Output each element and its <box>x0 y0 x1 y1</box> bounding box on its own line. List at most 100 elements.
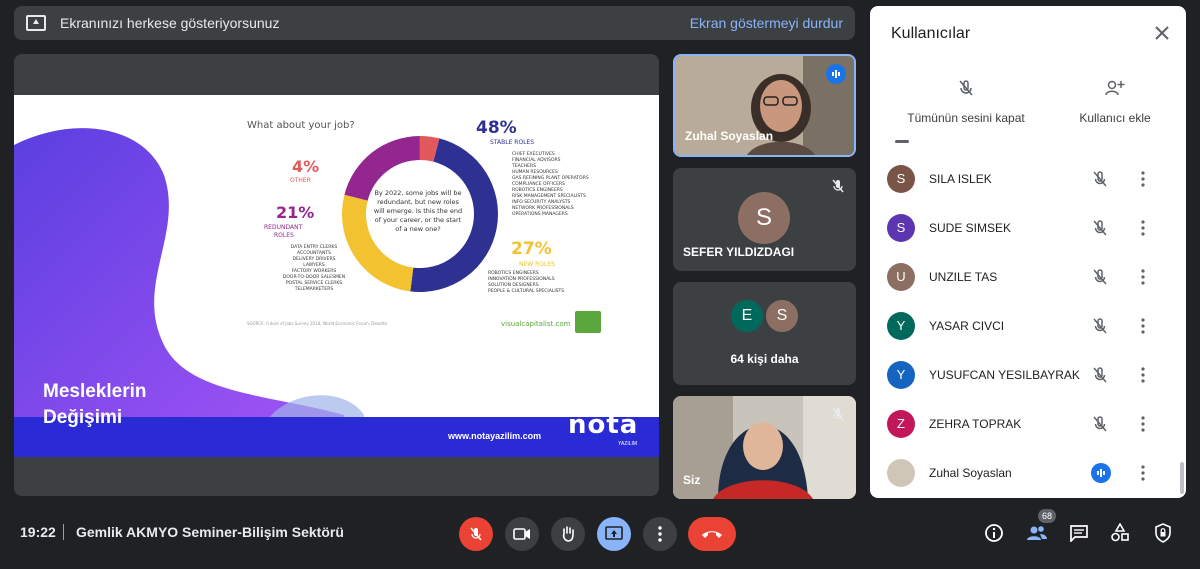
visualcapitalist-logo-icon <box>575 311 601 333</box>
nota-logo-sub: YAZILIM <box>618 441 638 447</box>
participant-count-badge: 68 <box>1038 509 1056 523</box>
camera-icon <box>513 528 530 540</box>
participant-more-icon[interactable] <box>1134 219 1152 237</box>
list-scroll-remnant <box>895 140 909 143</box>
chat-button[interactable] <box>1066 520 1092 546</box>
participant-avatar <box>887 458 915 487</box>
end-call-icon <box>702 531 722 538</box>
activities-button[interactable] <box>1107 520 1133 546</box>
more-avatar-e: E <box>729 298 765 334</box>
participant-row[interactable]: Y YUSUFCAN YESILBAYRAK <box>870 350 1180 399</box>
new-percent: 27% <box>511 239 552 259</box>
participant-avatar: Z <box>887 409 915 438</box>
host-controls-button[interactable] <box>1150 520 1176 546</box>
role-item: TELEMARKETERS <box>294 287 334 292</box>
people-button[interactable] <box>1024 520 1050 546</box>
infographic-brand: visualcapitalist.com <box>501 320 571 328</box>
stable-roles-list: CHIEF EXECUTIVES FINANCIAL ADVISORS TEACHE… <box>512 152 589 218</box>
people-panel: Kullanıcılar Tümünün sesini kapat Kullan… <box>870 6 1186 498</box>
present-icon <box>605 526 623 540</box>
participant-row[interactable]: Y YASAR CIVCI <box>870 301 1180 350</box>
raise-hand-button[interactable] <box>551 517 585 551</box>
slide-title: Mesleklerin Değişimi <box>43 379 147 431</box>
participant-name: ZEHRA TOPRAK <box>929 416 1022 431</box>
more-options-button[interactable] <box>643 517 677 551</box>
panel-scrollbar[interactable] <box>1180 462 1184 494</box>
add-user-icon <box>1105 80 1125 96</box>
self-video <box>673 396 856 499</box>
speaking-indicator-icon <box>826 64 846 84</box>
slide-website: www.notayazilim.com <box>448 431 542 441</box>
participant-more-icon[interactable] <box>1134 317 1152 335</box>
other-percent: 4% <box>292 157 320 176</box>
participant-name: SUDE SIMSEK <box>929 220 1012 235</box>
participant-row[interactable]: Z ZEHRA TOPRAK <box>870 399 1180 448</box>
participant-mute-icon[interactable] <box>1091 268 1109 286</box>
tile-sefer[interactable]: S SEFER YILDIZDAGI <box>673 168 856 271</box>
participant-mute-icon[interactable] <box>1091 415 1109 433</box>
participant-more-icon[interactable] <box>1134 366 1152 384</box>
panel-title: Kullanıcılar <box>891 25 971 42</box>
present-screen-icon <box>26 15 46 31</box>
sefer-avatar: S <box>738 192 790 244</box>
tile-more-people[interactable]: E S 64 kişi daha <box>673 282 856 385</box>
participant-row[interactable]: S SUDE SIMSEK <box>870 203 1180 252</box>
participant-avatar: U <box>887 262 915 291</box>
participant-more-icon[interactable] <box>1134 415 1152 433</box>
redundant-label-2: ROLES <box>274 232 294 239</box>
tile-speaker[interactable]: Zuhal Soyaslan <box>673 54 856 157</box>
participant-mute-icon[interactable] <box>1091 170 1109 188</box>
participant-avatar: S <box>887 213 915 242</box>
camera-toggle-button[interactable] <box>505 517 539 551</box>
chat-icon <box>1070 525 1088 542</box>
participant-more-icon[interactable] <box>1134 170 1152 188</box>
self-muted-mic-icon <box>832 407 844 421</box>
stable-percent: 48% <box>476 118 517 138</box>
presenting-message: Ekranınızı herkese gösteriyorsunuz <box>60 15 280 31</box>
participant-name: YUSUFCAN YESILBAYRAK <box>929 367 1080 382</box>
participant-row[interactable]: Zuhal Soyaslan <box>870 448 1180 497</box>
hand-icon <box>562 526 574 542</box>
people-icon <box>1027 526 1047 540</box>
mute-all-button[interactable]: Tümünün sesini kapat <box>900 78 1032 125</box>
participant-more-icon[interactable] <box>1134 268 1152 286</box>
participant-mute-icon[interactable] <box>1091 366 1109 384</box>
redundant-percent: 21% <box>276 203 315 222</box>
slide-title-line-2: Değişimi <box>43 407 123 428</box>
add-user-label: Kullanıcı ekle <box>1079 111 1151 125</box>
leave-call-button[interactable] <box>688 517 736 551</box>
more-people-label: 64 kişi daha <box>730 352 799 366</box>
infographic-source: SOURCE: Future of Jobs Survey 2018, Worl… <box>247 321 388 326</box>
add-user-button[interactable]: Kullanıcı ekle <box>1070 78 1160 125</box>
participant-mute-icon[interactable] <box>1091 317 1109 335</box>
mute-all-icon <box>959 80 973 96</box>
mic-off-icon <box>470 527 482 541</box>
presentation-stage: What about your job? By 2022, some jobs … <box>14 54 659 496</box>
more-avatar-s: S <box>764 298 800 334</box>
meeting-details-button[interactable] <box>981 520 1007 546</box>
info-icon <box>985 524 1003 542</box>
stop-presenting-button[interactable]: Ekran göstermeyi durdur <box>690 15 843 31</box>
shared-slide: What about your job? By 2022, some jobs … <box>14 95 659 457</box>
tile-self[interactable]: Siz <box>673 396 856 499</box>
participant-name: YASAR CIVCI <box>929 318 1005 333</box>
mic-toggle-button[interactable] <box>459 517 493 551</box>
meeting-time: 19:22 <box>20 524 56 540</box>
meeting-separator <box>63 524 64 540</box>
role-item: PEOPLE & CULTURAL SPECIALISTS <box>488 289 565 294</box>
participant-row[interactable]: U UNZILE TAS <box>870 252 1180 301</box>
sefer-name: SEFER YILDIZDAGI <box>683 245 795 259</box>
present-now-button[interactable] <box>597 517 631 551</box>
participant-mute-icon[interactable] <box>1091 219 1109 237</box>
shield-lock-icon <box>1155 523 1171 543</box>
redundant-roles-list: DATA ENTRY CLERKS ACCOUNTANTS DELIVERY DRI… <box>264 245 364 293</box>
speaking-indicator-icon <box>1091 462 1111 483</box>
meeting-name: Gemlik AKMYO Seminer-Bilişim Sektörü <box>76 524 344 540</box>
participant-more-icon[interactable] <box>1134 464 1152 482</box>
close-icon[interactable] <box>1153 24 1171 42</box>
participant-row[interactable]: S SILA ISLEK <box>870 154 1180 203</box>
other-label: OTHER <box>290 177 311 184</box>
participant-name: SILA ISLEK <box>929 171 992 186</box>
redundant-label-1: REDUNDANT <box>264 224 303 231</box>
donut-center-text: By 2022, some jobs will be redundant, bu… <box>373 189 463 233</box>
